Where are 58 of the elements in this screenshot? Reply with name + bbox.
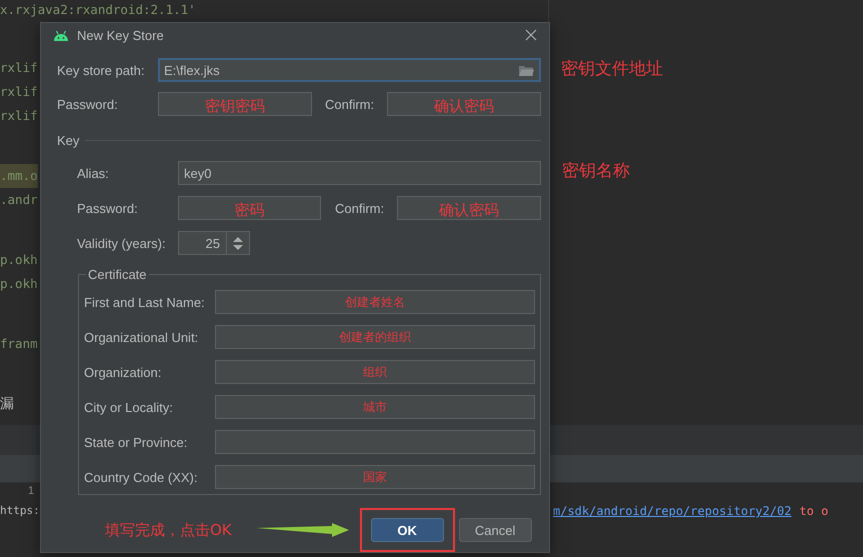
cancel-button[interactable]: Cancel bbox=[458, 518, 532, 542]
field-label: Alias: bbox=[77, 166, 110, 180]
field-label: Confirm: bbox=[335, 200, 386, 216]
input-field[interactable]: 组织 bbox=[215, 360, 535, 384]
field-label: Validity (years): bbox=[77, 236, 167, 250]
annotation-text: 密码 bbox=[234, 201, 264, 219]
field-label: Password: bbox=[77, 200, 139, 216]
annotation-text: 组织 bbox=[363, 364, 387, 380]
input-field[interactable]: 密码 bbox=[178, 196, 321, 220]
input-field[interactable] bbox=[215, 430, 535, 454]
code-line: p.okh bbox=[0, 251, 38, 269]
code-line: rxlif bbox=[0, 83, 38, 101]
annotation-text: 创建者的组织 bbox=[339, 329, 411, 345]
field-label: First and Last Name: bbox=[84, 294, 206, 310]
input-field[interactable]: 创建者姓名 bbox=[215, 290, 535, 314]
code-line: p.okh bbox=[0, 275, 38, 293]
spinner-field[interactable]: 25 bbox=[178, 231, 250, 255]
input-field[interactable]: 确认密码 bbox=[387, 92, 541, 116]
spinner-arrows-icon[interactable] bbox=[233, 236, 243, 250]
annotation-text: 确认密码 bbox=[434, 97, 494, 115]
close-icon[interactable] bbox=[525, 29, 537, 41]
code-line: 漏 bbox=[0, 395, 14, 414]
group-title: Certificate bbox=[87, 267, 148, 282]
code-line: rxlif bbox=[0, 107, 38, 125]
field-label: Organization: bbox=[84, 364, 162, 380]
console-link[interactable]: m/sdk/android/repo/repository2/02 bbox=[553, 501, 792, 521]
instruction-text: 填写完成，点击OK bbox=[105, 520, 232, 540]
field-label: State or Province: bbox=[84, 434, 188, 450]
code-line: x.rxjava2:rxandroid:2.1.1' bbox=[0, 1, 196, 19]
annotation-text: 确认密码 bbox=[439, 201, 499, 219]
code-line: rxlif bbox=[0, 59, 38, 77]
input-field[interactable]: 确认密码 bbox=[397, 196, 541, 220]
ok-button[interactable]: OK bbox=[370, 518, 444, 542]
input-field[interactable]: 密钥密码 bbox=[158, 92, 312, 116]
window-title: New Key Store bbox=[77, 28, 165, 42]
field-label: Organizational Unit: bbox=[84, 330, 200, 344]
input-field[interactable]: 国家 bbox=[215, 465, 535, 489]
field-label: Key store path: bbox=[57, 62, 146, 78]
input-field[interactable]: 创建者的组织 bbox=[215, 325, 535, 349]
console-message: to o bbox=[799, 503, 828, 520]
code-line: franm bbox=[0, 335, 38, 353]
field-label: Password: bbox=[57, 96, 119, 112]
annotation-text: 创建者姓名 bbox=[345, 294, 405, 310]
annotation-text: 城市 bbox=[363, 399, 387, 415]
timestamp-text: 1 bbox=[28, 485, 36, 497]
annotation-text: 密钥文件地址 bbox=[561, 58, 663, 80]
annotation-text: 密钥名称 bbox=[562, 160, 630, 182]
input-field[interactable]: 城市 bbox=[215, 395, 535, 419]
code-line: .andr bbox=[0, 191, 38, 209]
section-title: Key bbox=[57, 132, 80, 148]
field-label: Confirm: bbox=[325, 96, 376, 112]
console-text: https: bbox=[0, 503, 41, 519]
folder-icon[interactable] bbox=[518, 63, 535, 77]
field-label: City or Locality: bbox=[84, 400, 174, 414]
robot-head-icon bbox=[53, 30, 69, 40]
field-label: Country Code (XX): bbox=[84, 470, 198, 484]
annotation-text: 国家 bbox=[363, 469, 387, 485]
annotation-text: 密钥密码 bbox=[205, 97, 265, 115]
